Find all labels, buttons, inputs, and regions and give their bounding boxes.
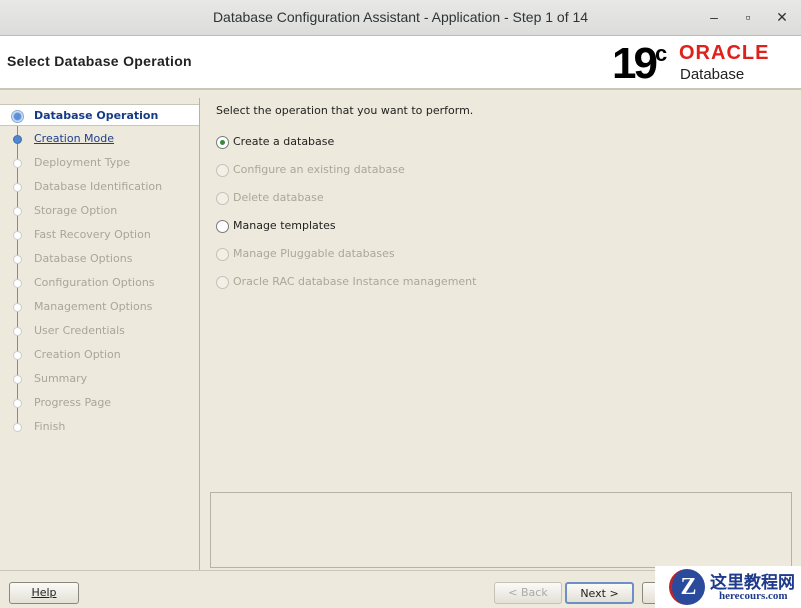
option-label: Oracle RAC database Instance management: [233, 275, 477, 288]
step-label: Database Options: [34, 252, 133, 265]
step-label: Summary: [34, 372, 88, 385]
step-indicator-icon: [13, 423, 22, 432]
step-configuration-options: Configuration Options: [0, 272, 199, 294]
step-indicator-icon: [11, 110, 24, 123]
watermark-url: herecours.com: [719, 590, 788, 602]
radio-button: [216, 164, 229, 177]
radio-button[interactable]: [216, 136, 229, 149]
step-label: Creation Mode: [34, 132, 115, 145]
step-indicator-icon: [13, 135, 22, 144]
step-database-identification: Database Identification: [0, 176, 199, 198]
option-label: Create a database: [233, 135, 335, 148]
step-indicator-icon: [13, 351, 22, 360]
option-label: Manage templates: [233, 219, 336, 232]
radio-button: [216, 192, 229, 205]
watermark-logo: Z 这里教程网 herecours.com: [655, 566, 801, 608]
next-button[interactable]: Next >: [565, 582, 634, 604]
step-indicator-icon: [13, 231, 22, 240]
option-label: Configure an existing database: [233, 163, 405, 176]
oracle-logo: ORACLE: [679, 42, 770, 64]
option-configure-an-existing-database: Configure an existing database: [216, 161, 405, 179]
step-indicator-icon: [13, 279, 22, 288]
step-label: Progress Page: [34, 396, 112, 409]
step-label: User Credentials: [34, 324, 125, 337]
step-indicator-icon: [13, 327, 22, 336]
step-database-operation[interactable]: Database Operation: [0, 104, 199, 126]
step-database-options: Database Options: [0, 248, 199, 270]
message-area: [210, 492, 792, 568]
step-summary: Summary: [0, 368, 199, 390]
page-header: Select Database Operation 19c ORACLE Dat…: [0, 36, 801, 90]
step-label: Configuration Options: [34, 276, 155, 289]
step-label: Fast Recovery Option: [34, 228, 151, 241]
oracle-19c-logo: 19c: [612, 39, 668, 88]
step-indicator-icon: [13, 207, 22, 216]
window-titlebar: Database Configuration Assistant - Appli…: [0, 0, 801, 36]
maximize-button[interactable]: ▫: [736, 0, 760, 34]
watermark-icon: Z: [669, 569, 705, 605]
option-label: Manage Pluggable databases: [233, 247, 395, 260]
step-indicator-icon: [13, 303, 22, 312]
step-label: Database Identification: [34, 180, 163, 193]
radio-button[interactable]: [216, 220, 229, 233]
step-label: Management Options: [34, 300, 153, 313]
step-deployment-type: Deployment Type: [0, 152, 199, 174]
step-indicator-icon: [13, 183, 22, 192]
step-user-credentials: User Credentials: [0, 320, 199, 342]
window-title: Database Configuration Assistant - Appli…: [212, 9, 589, 25]
step-storage-option: Storage Option: [0, 200, 199, 222]
option-manage-templates[interactable]: Manage templates: [216, 217, 336, 235]
step-indicator-icon: [13, 255, 22, 264]
close-button[interactable]: ✕: [770, 0, 794, 34]
main-panel: Select the operation that you want to pe…: [201, 98, 801, 570]
step-indicator-icon: [13, 375, 22, 384]
page-title: Select Database Operation: [7, 53, 192, 69]
help-button[interactable]: Help: [9, 582, 79, 604]
operation-prompt: Select the operation that you want to pe…: [216, 104, 474, 117]
radio-button: [216, 276, 229, 289]
step-indicator-icon: [13, 159, 22, 168]
step-label: Finish: [34, 420, 66, 433]
option-oracle-rac-database-instance-management: Oracle RAC database Instance management: [216, 273, 476, 291]
option-manage-pluggable-databases: Manage Pluggable databases: [216, 245, 395, 263]
step-label: Creation Option: [34, 348, 121, 361]
step-fast-recovery-option: Fast Recovery Option: [0, 224, 199, 246]
back-button[interactable]: < Back: [494, 582, 562, 604]
option-delete-database: Delete database: [216, 189, 324, 207]
step-management-options: Management Options: [0, 296, 199, 318]
oracle-product-name: Database: [680, 66, 745, 83]
step-label: Deployment Type: [34, 156, 131, 169]
minimize-button[interactable]: –: [702, 0, 726, 34]
step-creation-option: Creation Option: [0, 344, 199, 366]
radio-button: [216, 248, 229, 261]
step-label: Database Operation: [34, 109, 159, 122]
step-finish: Finish: [0, 416, 199, 438]
step-progress-page: Progress Page: [0, 392, 199, 414]
step-label: Storage Option: [34, 204, 118, 217]
step-creation-mode[interactable]: Creation Mode: [0, 128, 199, 150]
step-indicator-icon: [13, 399, 22, 408]
option-create-a-database[interactable]: Create a database: [216, 133, 334, 151]
option-label: Delete database: [233, 191, 324, 204]
